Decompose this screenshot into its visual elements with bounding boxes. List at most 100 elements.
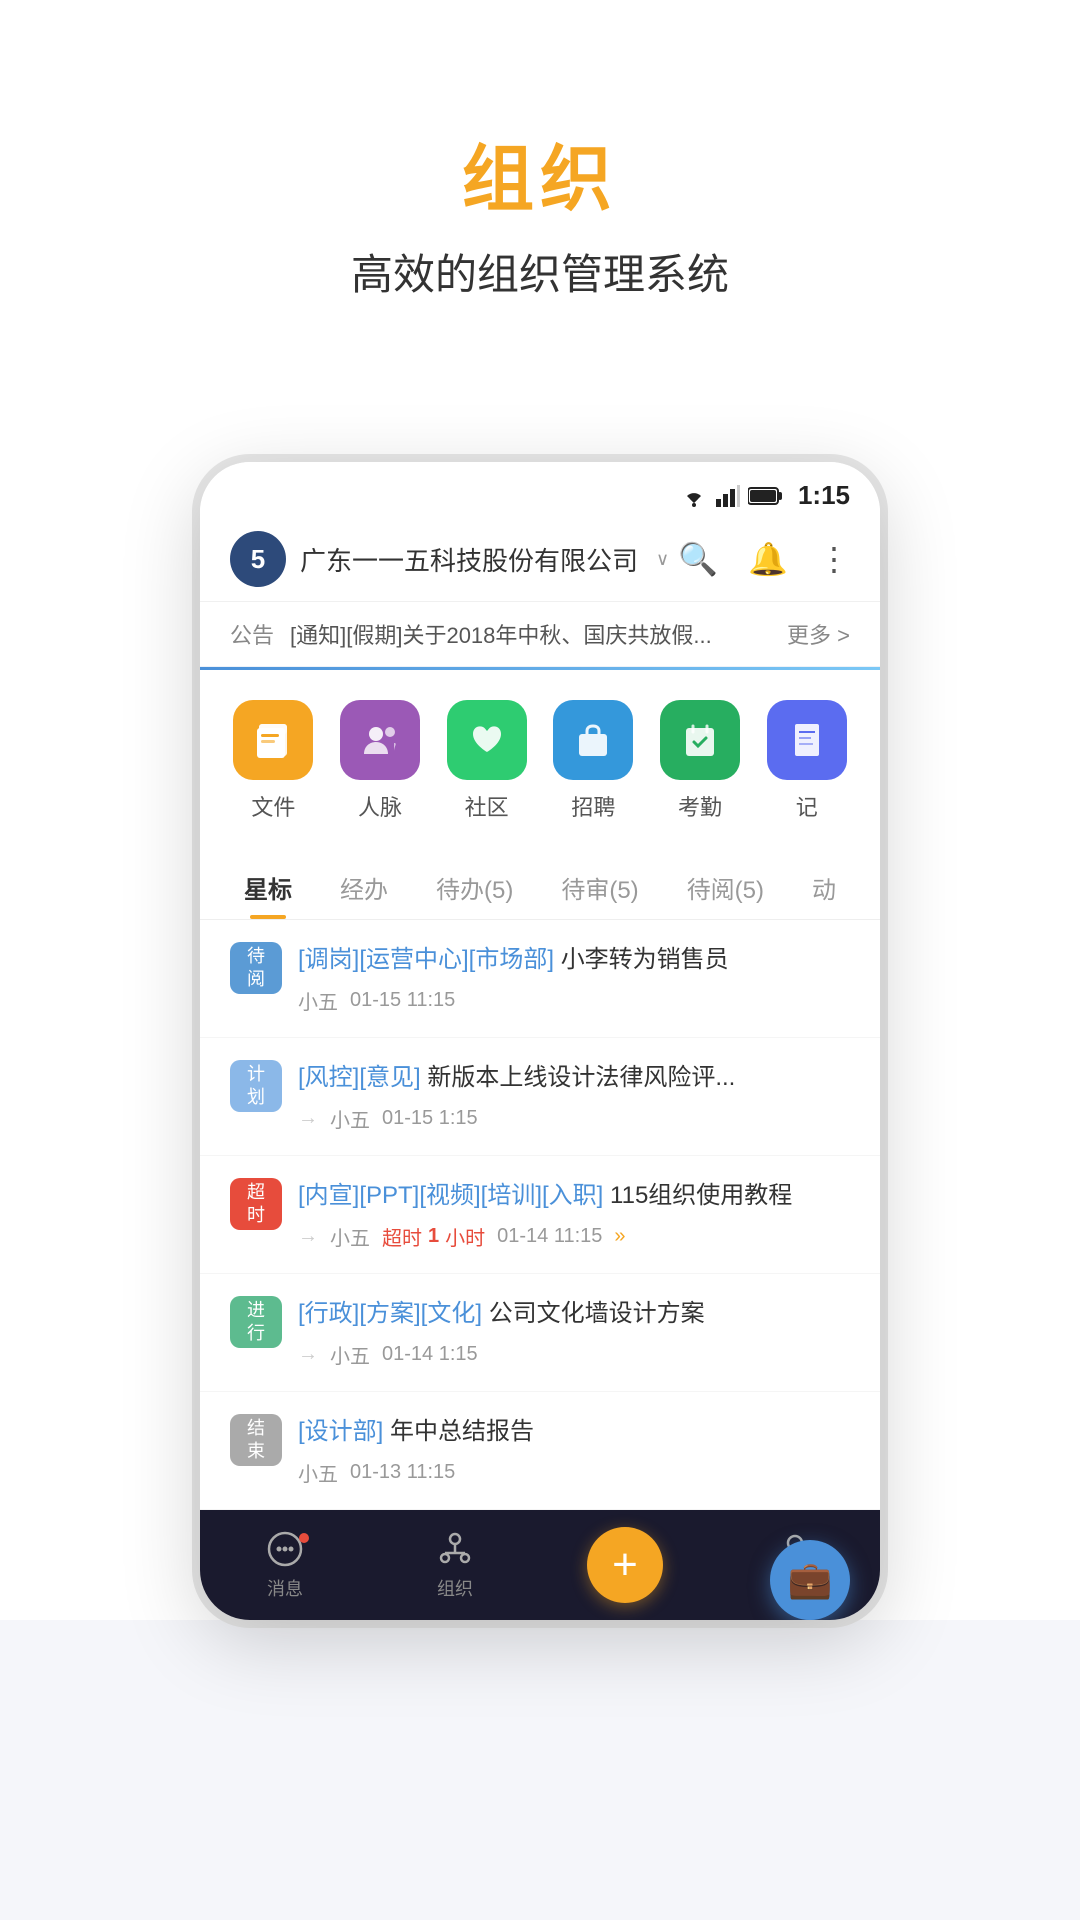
tabs-bar: 星标 经办 待办(5) 待审(5) 待阅(5) 动	[200, 850, 880, 920]
company-info[interactable]: 5 广东一一五科技股份有限公司 ∨	[230, 531, 669, 587]
more-icon[interactable]: ⋮	[818, 540, 850, 578]
dropdown-icon[interactable]: ∨	[656, 549, 669, 570]
tab-unread[interactable]: 待阅(5)	[663, 850, 788, 919]
search-icon[interactable]: 🔍	[678, 540, 718, 578]
task-content-4: [行政][方案][文化] 公司文化墙设计方案 → 小五 01-14 1:15	[298, 1296, 850, 1369]
task-date-1: 01-15 11:15	[350, 989, 455, 1012]
people-label: 人脉	[358, 790, 402, 822]
recruit-label: 招聘	[571, 790, 615, 822]
task-tag-3: [内宣][PPT][视频][培训][入职]	[298, 1182, 603, 1209]
message-nav-label: 消息	[267, 1575, 303, 1601]
task-overtime-3: 超时 1 小时	[382, 1222, 485, 1251]
recruit-icon-bg	[553, 700, 633, 780]
arrow-icon-3: →	[298, 1225, 318, 1248]
task-meta-1: 小五 01-15 11:15	[298, 986, 850, 1015]
signal-icon	[716, 485, 740, 507]
fab-icon: 💼	[788, 1559, 833, 1601]
task-meta-2: → 小五 01-15 1:15	[298, 1104, 850, 1133]
org-nav-icon	[435, 1529, 475, 1569]
announcement-bar[interactable]: 公告 [通知][假期]关于2018年中秋、国庆共放假... 更多 >	[200, 602, 880, 667]
status-icons	[680, 485, 784, 507]
table-row[interactable]: 进行 [行政][方案][文化] 公司文化墙设计方案 → 小五 01-14 1:1…	[200, 1274, 880, 1392]
hero-subtitle: 高效的组织管理系统	[0, 241, 1080, 302]
hero-title: 组织	[0, 120, 1080, 225]
task-content-5: [设计部] 年中总结报告 小五 01-13 11:15	[298, 1414, 850, 1487]
double-arrow-3: »	[614, 1225, 625, 1248]
nav-fab-button[interactable]: +	[587, 1527, 663, 1603]
task-text-2: 新版本上线设计法律风险评...	[427, 1064, 735, 1091]
task-badge-5: 结束	[230, 1414, 282, 1466]
task-meta-5: 小五 01-13 11:15	[298, 1458, 850, 1487]
community-icon-bg	[447, 700, 527, 780]
status-time: 1:15	[798, 480, 850, 511]
fab-button[interactable]: 💼	[770, 1540, 850, 1620]
quick-icon-note[interactable]: 记	[753, 700, 860, 822]
task-title-2: [风控][意见] 新版本上线设计法律风险评...	[298, 1060, 850, 1096]
company-name: 广东一一五科技股份有限公司	[300, 541, 638, 578]
wifi-icon	[680, 485, 708, 507]
status-bar: 1:15	[200, 462, 880, 521]
task-title-3: [内宣][PPT][视频][培训][入职] 115组织使用教程	[298, 1178, 850, 1214]
tab-dynamic[interactable]: 动	[788, 850, 860, 919]
task-content-2: [风控][意见] 新版本上线设计法律风险评... → 小五 01-15 1:15	[298, 1060, 850, 1133]
task-meta-3: → 小五 超时 1 小时 01-14 11:15 »	[298, 1222, 850, 1251]
tab-todo[interactable]: 待办(5)	[412, 850, 537, 919]
task-content-3: [内宣][PPT][视频][培训][入职] 115组织使用教程 → 小五 超时 …	[298, 1178, 850, 1251]
task-date-5: 01-13 11:15	[350, 1461, 455, 1484]
task-text-4: 公司文化墙设计方案	[489, 1300, 705, 1327]
hero-section: 组织 高效的组织管理系统	[0, 0, 1080, 362]
task-badge-3: 超时	[230, 1178, 282, 1230]
people-icon	[358, 718, 402, 762]
task-tag-2: [风控][意见]	[298, 1064, 421, 1091]
tab-star[interactable]: 星标	[220, 850, 316, 919]
quick-icon-attend[interactable]: 考勤	[647, 700, 754, 822]
table-row[interactable]: 超时 [内宣][PPT][视频][培训][入职] 115组织使用教程 → 小五 …	[200, 1156, 880, 1274]
note-icon-bg	[767, 700, 847, 780]
app-header: 5 广东一一五科技股份有限公司 ∨ 🔍 🔔 ⋮	[200, 521, 880, 602]
task-person-3: 小五	[330, 1222, 370, 1251]
quick-icon-file[interactable]: 文件	[220, 700, 327, 822]
task-content-1: [调岗][运营中心][市场部] 小李转为销售员 小五 01-15 11:15	[298, 942, 850, 1015]
file-label: 文件	[251, 790, 295, 822]
file-icon	[251, 718, 295, 762]
ann-more[interactable]: 更多 >	[787, 618, 850, 650]
task-person-1: 小五	[298, 986, 338, 1015]
tab-review[interactable]: 待审(5)	[537, 850, 662, 919]
task-date-2: 01-15 1:15	[382, 1107, 478, 1130]
note-icon	[785, 718, 829, 762]
nav-fab-area[interactable]: +	[540, 1527, 710, 1603]
file-icon-bg	[233, 700, 313, 780]
task-tag-1: [调岗][运营中心][市场部]	[298, 946, 554, 973]
org-nav-label: 组织	[437, 1575, 473, 1601]
quick-icon-people[interactable]: 人脉	[327, 700, 434, 822]
recruit-icon	[571, 718, 615, 762]
task-title-4: [行政][方案][文化] 公司文化墙设计方案	[298, 1296, 850, 1332]
task-meta-4: → 小五 01-14 1:15	[298, 1340, 850, 1369]
table-row[interactable]: 待阅 [调岗][运营中心][市场部] 小李转为销售员 小五 01-15 11:1…	[200, 920, 880, 1038]
phone-mockup: 1:15 5 广东一一五科技股份有限公司 ∨ 🔍 🔔 ⋮ 公告 [通知][假期]…	[200, 462, 880, 1620]
nav-item-org[interactable]: 组织	[370, 1529, 540, 1601]
quick-icon-recruit[interactable]: 招聘	[540, 700, 647, 822]
task-title-5: [设计部] 年中总结报告	[298, 1414, 850, 1450]
arrow-icon-4: →	[298, 1343, 318, 1366]
attend-label: 考勤	[678, 790, 722, 822]
table-row[interactable]: 结束 [设计部] 年中总结报告 小五 01-13 11:15	[200, 1392, 880, 1510]
bell-icon[interactable]: 🔔	[748, 540, 788, 578]
ann-label: 公告	[230, 618, 274, 650]
task-tag-5: [设计部]	[298, 1418, 383, 1445]
table-row[interactable]: 计划 [风控][意见] 新版本上线设计法律风险评... → 小五 01-15 1…	[200, 1038, 880, 1156]
task-person-5: 小五	[298, 1458, 338, 1487]
attend-icon	[678, 718, 722, 762]
people-icon-bg	[340, 700, 420, 780]
message-dot	[299, 1533, 309, 1543]
task-person-2: 小五	[330, 1104, 370, 1133]
ann-text: [通知][假期]关于2018年中秋、国庆共放假...	[290, 618, 771, 650]
nav-item-message[interactable]: 消息	[200, 1529, 370, 1601]
quick-icon-community[interactable]: 社区	[433, 700, 540, 822]
task-text-5: 年中总结报告	[390, 1418, 534, 1445]
phone-mockup-wrapper: 1:15 5 广东一一五科技股份有限公司 ∨ 🔍 🔔 ⋮ 公告 [通知][假期]…	[0, 422, 1080, 1620]
tab-handling[interactable]: 经办	[316, 850, 412, 919]
task-list: 待阅 [调岗][运营中心][市场部] 小李转为销售员 小五 01-15 11:1…	[200, 920, 880, 1510]
task-date-4: 01-14 1:15	[382, 1343, 478, 1366]
attend-icon-bg	[660, 700, 740, 780]
